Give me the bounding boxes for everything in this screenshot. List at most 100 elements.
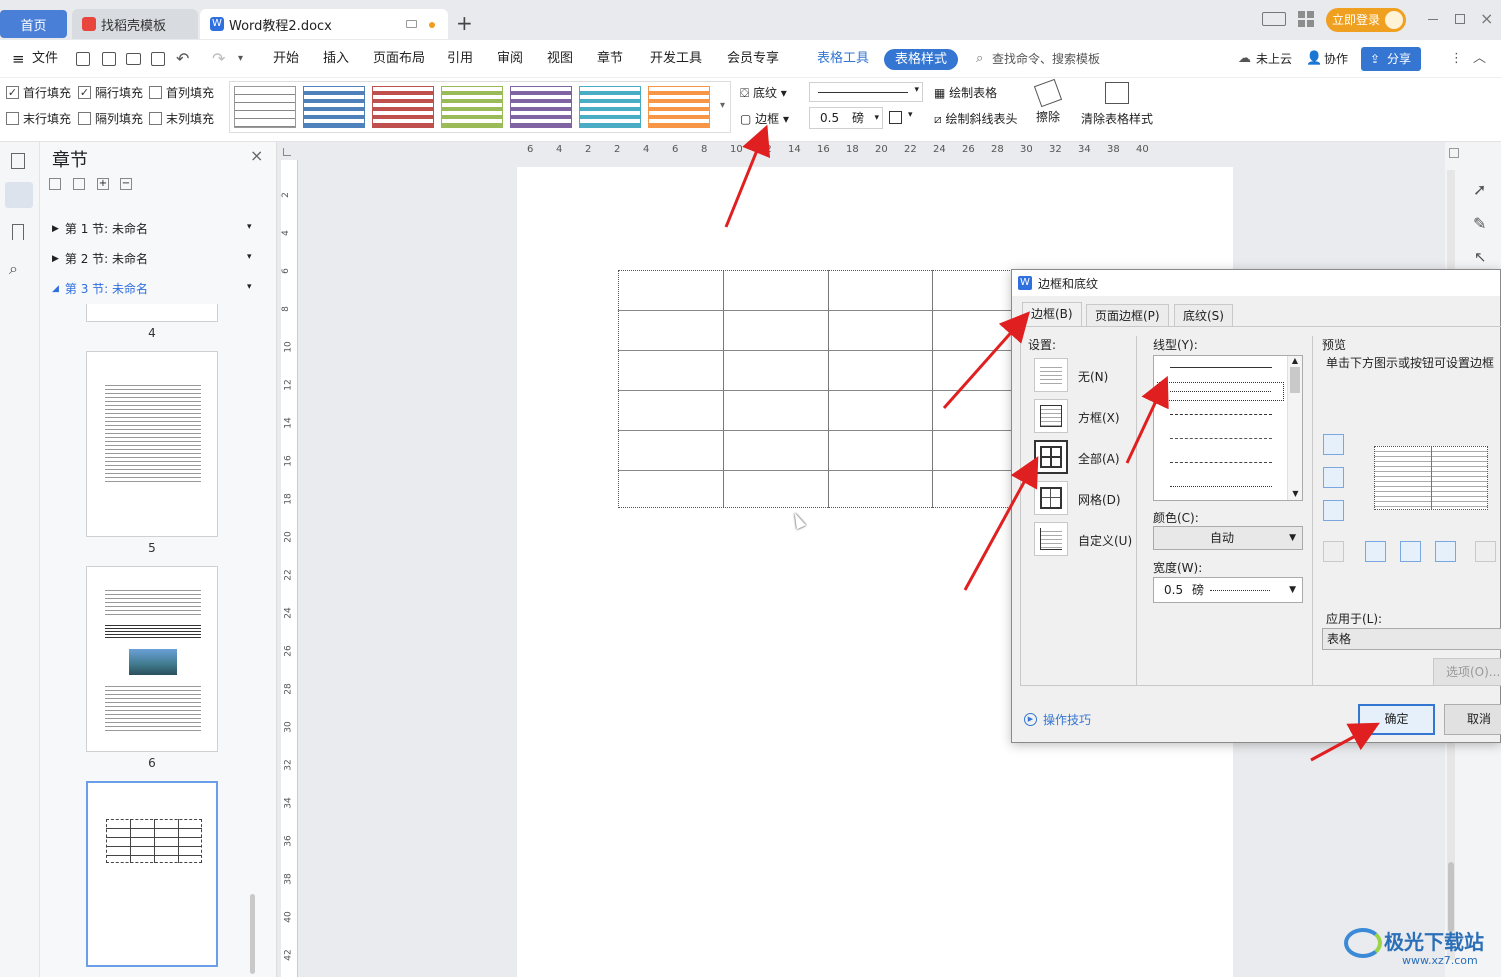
draw-table-button[interactable]: ▦ 绘制表格 [934,84,997,101]
erase-button[interactable]: 擦除 [1033,78,1063,125]
line-width-dropdown[interactable]: 0.5 磅 ▾ [809,107,883,129]
line-dashed-option[interactable] [1170,414,1272,415]
line-dotted-option-selected[interactable] [1157,382,1284,401]
border-button[interactable]: ▢ 边框 ▾ [740,110,789,127]
search-icon[interactable]: ⌕ [976,40,983,78]
line-dashdot-option[interactable] [1170,438,1272,439]
setting-grid-button[interactable] [1034,481,1068,515]
quick-access-dropdown-icon[interactable]: ▾ [238,40,243,78]
page-thumbnail[interactable] [86,304,218,322]
line-dashdotdot-option[interactable] [1170,486,1272,487]
last-col-fill-checkbox[interactable]: 末列填充 [149,110,214,127]
line-solid-option[interactable] [1170,367,1272,368]
ok-button[interactable]: 确定 [1358,704,1435,735]
expand-all-icon[interactable] [49,178,61,190]
cancel-button[interactable]: 取消 [1444,704,1501,735]
line-longdash-option[interactable] [1170,462,1272,463]
table-style-swatch[interactable] [303,86,365,128]
maximize-icon[interactable] [1455,14,1465,24]
border-right-button[interactable] [1435,541,1456,562]
menu-tab-vip[interactable]: 会员专享 [727,40,779,78]
alt-row-fill-checkbox[interactable]: ✓ 隔行填充 [78,84,143,101]
table-style-swatch[interactable] [234,86,296,128]
find-icon[interactable]: ⌕ [9,259,18,279]
remove-section-icon[interactable]: − [120,178,132,190]
diagonal-down-button[interactable] [1323,541,1344,562]
list-scrollbar[interactable]: ▲ ▼ [1287,356,1302,500]
setting-all-button[interactable] [1034,440,1068,474]
scroll-down-icon[interactable]: ▼ [1288,489,1303,498]
table-style-swatch[interactable] [372,86,434,128]
apply-to-dropdown[interactable]: 表格 [1322,628,1501,650]
alt-col-fill-checkbox[interactable]: 隔列填充 [78,110,143,127]
menu-tab-chapter[interactable]: 章节 [597,40,623,78]
section-menu-icon[interactable]: ▾ [247,252,252,262]
menu-tab-start[interactable]: 开始 [273,40,299,78]
page-thumbnail-current[interactable] [86,781,218,967]
tab-document[interactable]: W Word教程2.docx [200,9,448,39]
line-style-list[interactable]: ▲ ▼ [1153,355,1303,501]
section-menu-icon[interactable]: ▾ [247,222,252,232]
menu-tab-reference[interactable]: 引用 [447,40,473,78]
border-inside-v-button[interactable] [1400,541,1421,562]
preview-table[interactable] [1374,446,1488,510]
border-bottom-button[interactable] [1323,500,1344,521]
close-icon[interactable]: × [1480,9,1493,28]
add-section-icon[interactable]: + [97,178,109,190]
menu-tab-view[interactable]: 视图 [547,40,573,78]
redo-icon[interactable]: ↷ [212,40,225,78]
setting-box-button[interactable] [1034,399,1068,433]
menu-tab-insert[interactable]: 插入 [323,40,349,78]
setting-custom-button[interactable] [1034,522,1068,556]
section-item[interactable]: ▶ 第 1 节: 未命名 [52,220,148,237]
width-dropdown[interactable]: 0.5 磅 ▼ [1153,577,1303,603]
menu-tab-layout[interactable]: 页面布局 [373,40,425,78]
gallery-more-icon[interactable]: ▾ [720,100,725,111]
outline-icon[interactable] [11,153,25,169]
menu-tab-table-tools[interactable]: 表格工具 [817,40,869,78]
format-pane-toggle-icon[interactable] [1449,148,1459,158]
collapse-ribbon-icon[interactable]: ︿ [1473,40,1486,78]
cloud-icon[interactable]: ☁ [1238,40,1251,78]
section-item-active[interactable]: ◢ 第 3 节: 未命名 [52,280,148,297]
section-item[interactable]: ▶ 第 2 节: 未命名 [52,250,148,267]
minimize-icon[interactable] [1428,19,1438,20]
login-button[interactable]: 立即登录 [1326,8,1406,32]
new-tab-button[interactable]: + [456,11,473,35]
scroll-thumb[interactable] [1290,367,1300,393]
section-menu-icon[interactable]: ▾ [247,282,252,292]
first-row-fill-checkbox[interactable]: ✓ 首行填充 [6,84,71,101]
bookmark-icon[interactable] [12,224,24,240]
border-top-button[interactable] [1323,434,1344,455]
clear-table-style-button[interactable]: 清除表格样式 [1080,82,1154,127]
setting-none-button[interactable] [1034,358,1068,392]
collab-icon[interactable]: 👤 [1306,40,1322,78]
monitor-icon[interactable] [406,20,417,28]
menu-tab-devtools[interactable]: 开发工具 [650,40,702,78]
chapter-nav-icon[interactable] [5,182,33,208]
share-button[interactable]: ⇪ 分享 [1361,47,1421,71]
rocket-icon[interactable]: ➚ [1473,180,1486,199]
hamburger-icon[interactable]: ≡ [12,40,25,78]
collab-button[interactable]: 协作 [1324,40,1348,78]
document-table[interactable] [618,270,1038,508]
scroll-up-icon[interactable]: ▲ [1288,356,1302,365]
border-inside-h-button[interactable] [1323,467,1344,488]
tab-shading[interactable]: 底纹(S) [1174,304,1233,326]
undo-icon[interactable]: ↶ [176,40,189,78]
shading-button[interactable]: ⛋ 底纹 ▾ [740,84,787,101]
pen-icon[interactable]: ✎ [1473,214,1486,233]
diagonal-up-button[interactable] [1475,541,1496,562]
print-preview-icon[interactable] [151,52,165,66]
search-input[interactable]: 查找命令、搜索模板 [992,40,1100,78]
draw-diagonal-header-button[interactable]: ⧄ 绘制斜线表头 [934,110,1017,127]
color-dropdown[interactable]: 自动 ▼ [1153,526,1303,550]
more-icon[interactable]: ⋮ [1450,40,1463,78]
tab-template[interactable]: 找稻壳模板 [72,9,198,39]
table-style-swatch[interactable] [648,86,710,128]
menu-tab-table-style[interactable]: 表格样式 [884,49,958,70]
line-style-dropdown[interactable]: ▾ [809,82,923,102]
tab-page-border[interactable]: 页面边框(P) [1086,304,1169,326]
panel-scrollbar[interactable] [250,894,255,974]
menu-file[interactable]: 文件 [32,40,58,78]
